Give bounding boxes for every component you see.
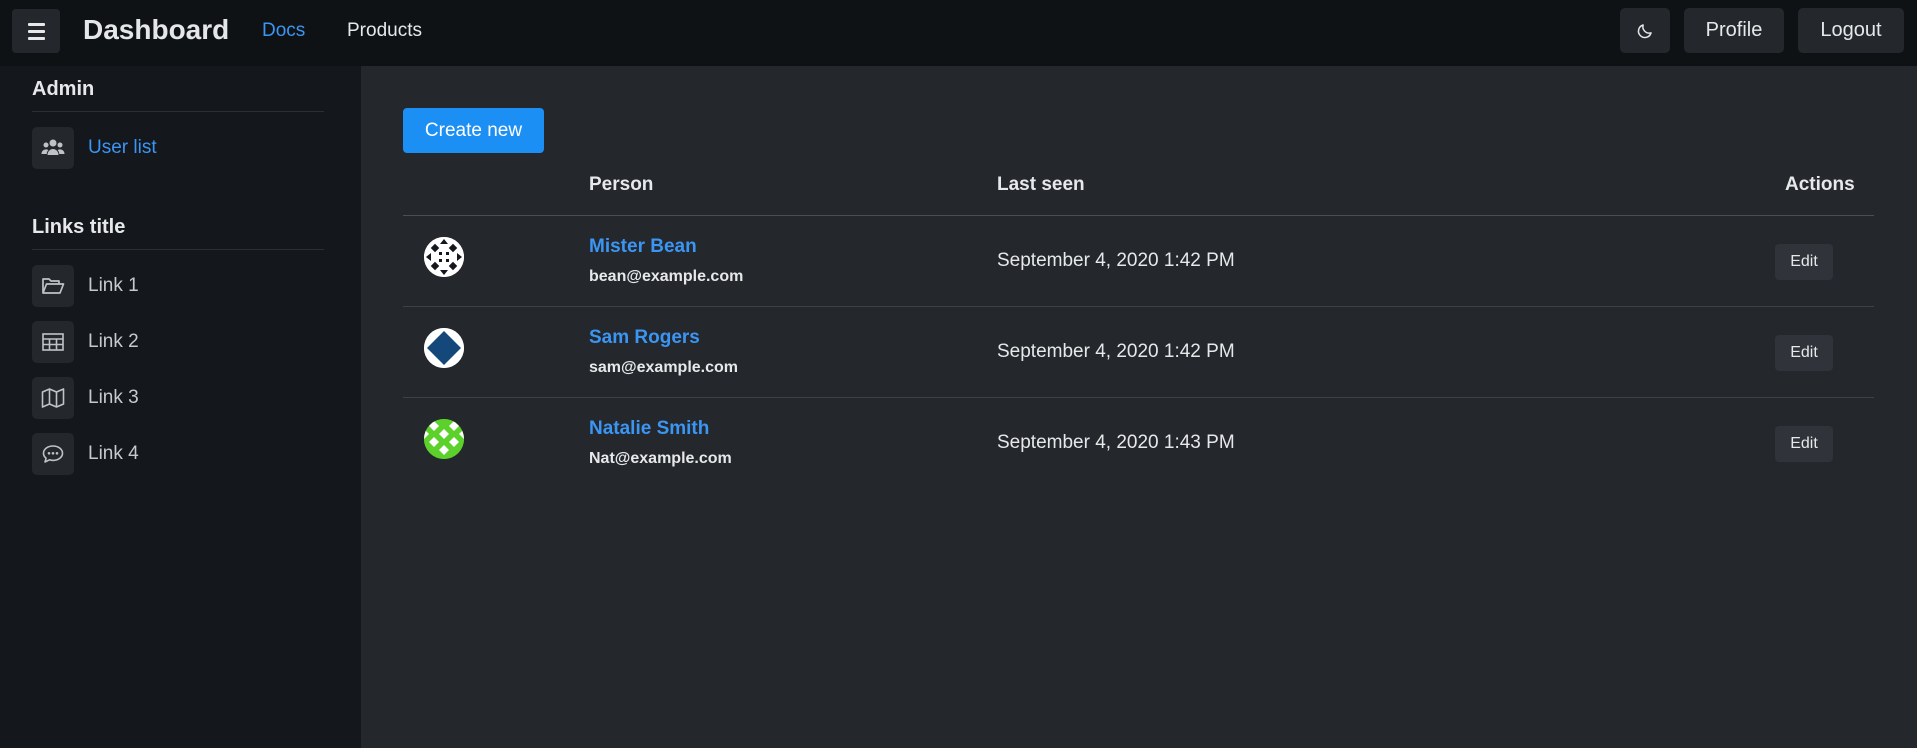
create-new-button[interactable]: Create new (403, 108, 544, 153)
sidebar-item-label: Link 2 (88, 331, 139, 352)
row-divider (403, 397, 1874, 398)
hamburger-menu-icon (27, 22, 45, 26)
edit-button[interactable]: Edit (1775, 426, 1833, 462)
column-header-last-seen: Last seen (997, 174, 1085, 195)
person-name-link[interactable]: Natalie Smith (589, 418, 709, 440)
row-divider (403, 306, 1874, 307)
table-header-divider (403, 215, 1874, 216)
person-email: bean@example.com (589, 268, 744, 285)
sidebar-item-label: Link 4 (88, 443, 139, 464)
top-navbar: Dashboard Docs Products Profile Logout (0, 0, 1917, 66)
nav-link-products[interactable]: Products (347, 20, 422, 42)
sidebar-item-label: Link 3 (88, 387, 139, 408)
sidebar-section-title-admin: Admin (32, 78, 95, 100)
brand-title: Dashboard (83, 14, 230, 45)
sidebar-section-title-links: Links title (32, 216, 126, 238)
sidebar-item-link-2[interactable]: Link 2 (32, 321, 139, 363)
column-header-person: Person (589, 174, 654, 195)
person-email: Nat@example.com (589, 450, 732, 467)
sidebar-divider (32, 249, 324, 250)
column-header-actions: Actions (1785, 174, 1855, 195)
theme-toggle-button[interactable] (1620, 8, 1670, 53)
map-icon (32, 377, 74, 419)
edit-button[interactable]: Edit (1775, 244, 1833, 280)
last-seen-value: September 4, 2020 1:42 PM (997, 341, 1235, 362)
users-icon (32, 127, 74, 169)
edit-button[interactable]: Edit (1775, 335, 1833, 371)
last-seen-value: September 4, 2020 1:42 PM (997, 250, 1235, 271)
profile-button[interactable]: Profile (1684, 8, 1784, 53)
logout-button[interactable]: Logout (1798, 8, 1904, 53)
sidebar-item-user-list[interactable]: User list (32, 127, 157, 169)
last-seen-value: September 4, 2020 1:43 PM (997, 432, 1235, 453)
sidebar-divider (32, 111, 324, 112)
table-icon (32, 321, 74, 363)
sidebar-item-link-1[interactable]: Link 1 (32, 265, 139, 307)
sidebar-item-link-4[interactable]: Link 4 (32, 433, 139, 475)
sidebar-item-link-3[interactable]: Link 3 (32, 377, 139, 419)
avatar (424, 328, 464, 368)
person-name-link[interactable]: Mister Bean (589, 236, 697, 258)
avatar (424, 419, 464, 459)
avatar (424, 237, 464, 277)
person-name-link[interactable]: Sam Rogers (589, 327, 700, 349)
sidebar-item-label: Link 1 (88, 275, 139, 296)
person-email: sam@example.com (589, 359, 739, 376)
sidebar-item-label: User list (88, 137, 157, 158)
folder-open-icon (32, 265, 74, 307)
moon-icon (1637, 23, 1652, 38)
nav-link-docs[interactable]: Docs (262, 20, 305, 42)
sidebar: Admin User list Links title Link 1 Link … (0, 66, 361, 748)
chat-icon (32, 433, 74, 475)
hamburger-menu-button[interactable] (12, 9, 60, 53)
